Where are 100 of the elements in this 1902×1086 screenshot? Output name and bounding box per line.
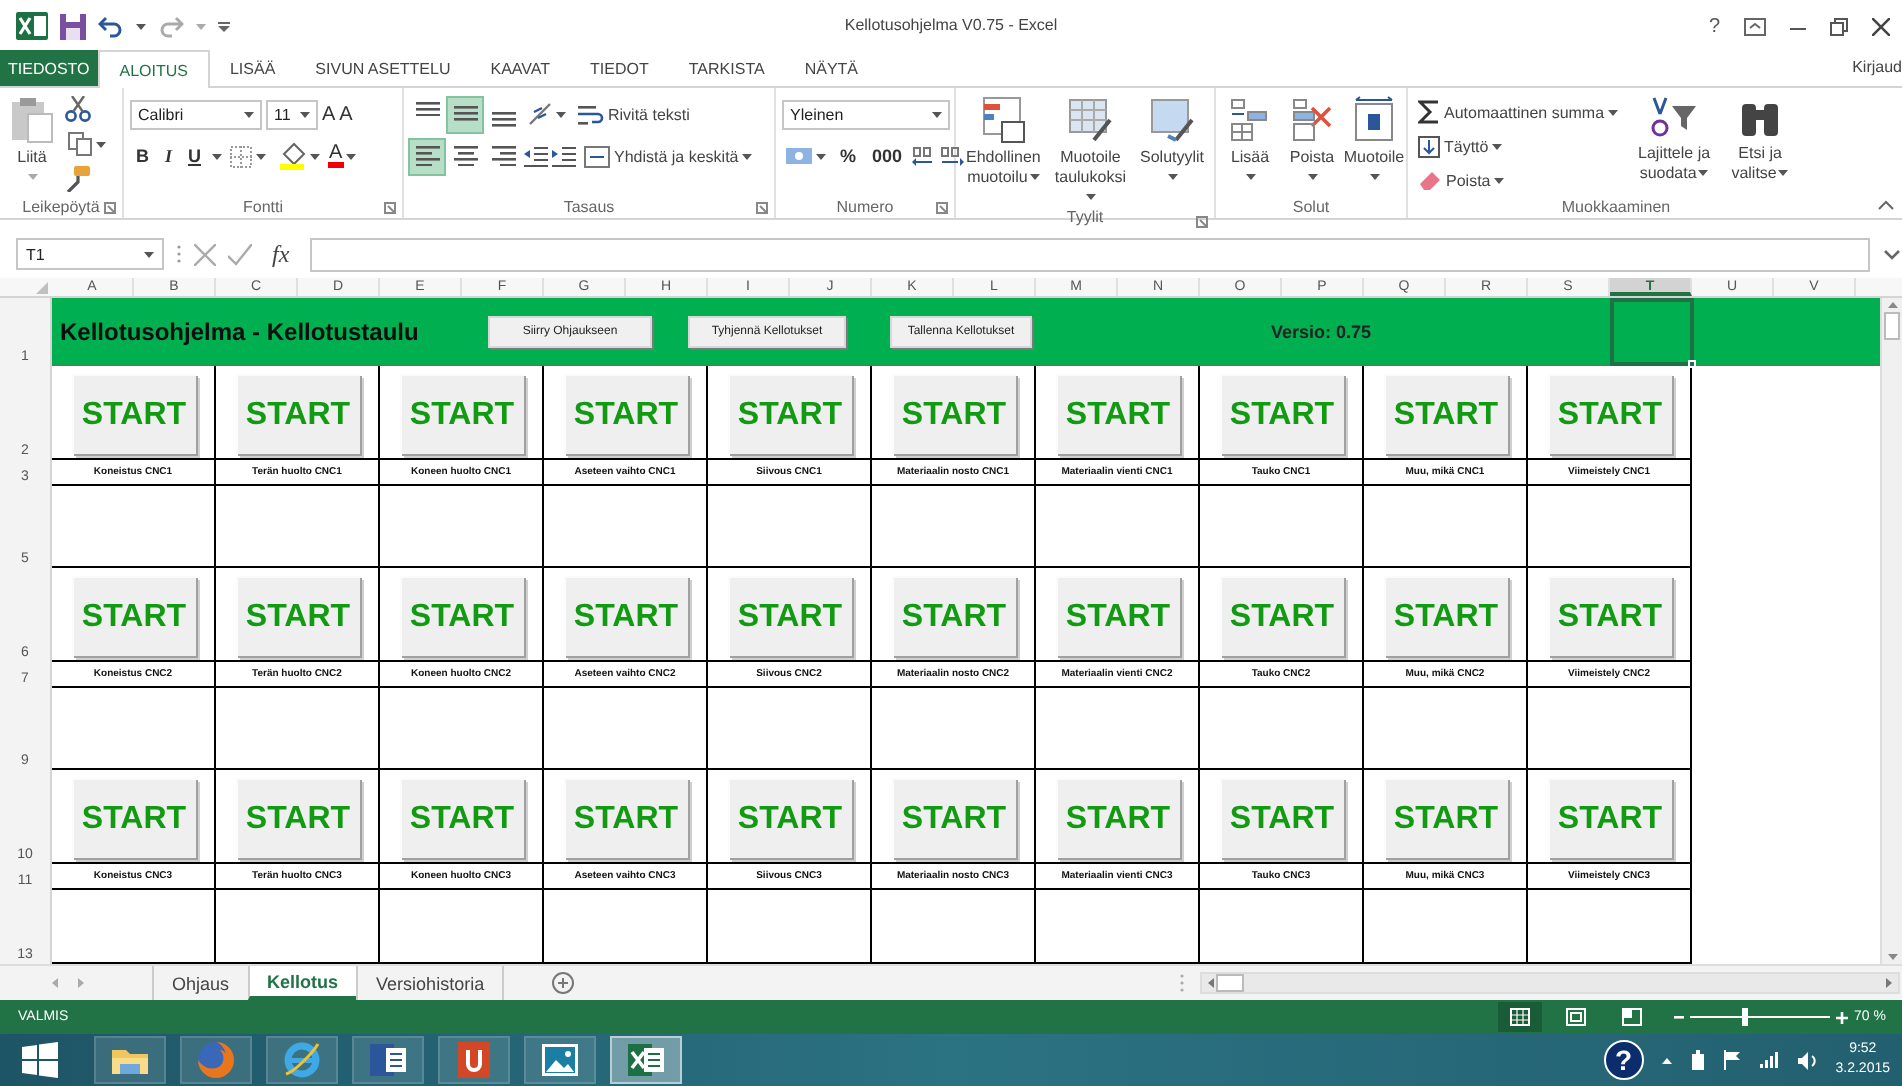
sum-icon (1418, 100, 1440, 124)
bold-button[interactable]: B (130, 140, 155, 172)
zoom-in-icon[interactable] (1836, 1011, 1848, 1023)
save-icon[interactable] (60, 13, 86, 39)
thousands-button[interactable]: 000 (866, 140, 909, 172)
increase-font-button[interactable]: A (322, 103, 336, 125)
ribbon-tab[interactable]: NÄYTÄ (784, 50, 878, 86)
taskbar-button[interactable] (524, 1036, 596, 1084)
taskbar-button[interactable] (438, 1036, 510, 1084)
signal-bars-icon[interactable] (1759, 1052, 1780, 1068)
help-button[interactable]: ? (1603, 1040, 1644, 1080)
ribbon-tab[interactable]: KAAVAT (470, 50, 571, 86)
scroll-thumb[interactable] (1216, 974, 1244, 992)
dialog-launcher-icon[interactable] (756, 202, 768, 214)
ribbon-tab[interactable]: SIVUN ASETTELU (295, 50, 471, 86)
undo-icon[interactable] (98, 15, 124, 37)
name-box[interactable]: T1 (16, 238, 164, 270)
decrease-decimal-icon[interactable] (940, 145, 965, 167)
account-link[interactable]: Kirjaud (1852, 52, 1902, 76)
taskbar-button[interactable] (352, 1036, 424, 1084)
collapse-ribbon-icon[interactable] (1878, 200, 1894, 210)
add-sheet-icon[interactable] (552, 972, 575, 994)
font-color-button[interactable]: A (327, 144, 357, 168)
view-button[interactable] (1498, 1002, 1542, 1032)
insert-function-button[interactable]: fx (264, 239, 298, 269)
underline-button[interactable]: U (182, 140, 208, 172)
taskbar-button[interactable] (610, 1036, 682, 1084)
dialog-launcher-icon[interactable] (936, 202, 948, 214)
caret-icon (300, 111, 310, 117)
flag-icon[interactable] (1723, 1050, 1742, 1070)
scroll-thumb[interactable] (1884, 312, 1900, 340)
ribbon-button[interactable]: Poista (1284, 96, 1340, 194)
taskbar-button[interactable] (266, 1036, 338, 1084)
sort-filter-button[interactable]: Lajittele ja suodata (1628, 96, 1721, 196)
close-icon[interactable] (1872, 17, 1890, 35)
sheet-tab[interactable]: Kellotus (247, 966, 357, 1000)
vertical-scrollbar[interactable] (1880, 298, 1902, 964)
ribbon-button[interactable]: Ehdollinen muotoilu (962, 96, 1045, 208)
table-format-icon (1066, 96, 1115, 144)
find-select-button[interactable]: Etsi ja valitse (1726, 96, 1795, 196)
wrap-text-button[interactable]: Rivitä teksti (574, 98, 694, 130)
merge-center-button[interactable]: Yhdistä ja keskitä (580, 140, 757, 172)
restore-icon[interactable] (1830, 17, 1848, 35)
caret-icon (1307, 174, 1318, 181)
dialog-launcher-icon[interactable] (1196, 216, 1208, 228)
speaker-icon[interactable] (1797, 1051, 1818, 1069)
caret-icon (144, 251, 154, 257)
font-name-field[interactable]: Calibri (130, 99, 262, 129)
caret-icon (309, 153, 320, 159)
help-button[interactable]: ? (1708, 15, 1720, 37)
number-format-field[interactable]: Yleinen (782, 99, 950, 129)
align-button[interactable] (410, 139, 444, 173)
file-tab[interactable]: TIEDOSTO (0, 50, 98, 86)
scissors-icon[interactable] (64, 96, 92, 122)
percent-button[interactable]: % (834, 140, 863, 172)
increase-indent-icon[interactable] (552, 145, 576, 167)
italic-button[interactable]: I (159, 140, 179, 172)
ribbon-button[interactable]: Solutyylit (1136, 96, 1208, 208)
paste-button[interactable]: Liitä (6, 96, 58, 194)
horizontal-scrollbar[interactable] (1200, 972, 1900, 994)
document-icon (368, 1040, 408, 1080)
autosum-button[interactable]: Automaattinen summa (1414, 96, 1623, 128)
chevron-up-icon[interactable] (1661, 1057, 1672, 1063)
decrease-font-button[interactable]: A (339, 103, 353, 125)
display-options-icon[interactable] (1744, 17, 1766, 35)
caret-icon (742, 153, 753, 159)
ribbon-tab[interactable]: LISÄÄ (209, 50, 296, 86)
expand-formula-icon[interactable] (1884, 249, 1900, 259)
orientation-button[interactable] (524, 98, 570, 130)
scroll-down-icon[interactable] (1887, 954, 1897, 960)
page-layout-icon (1566, 1008, 1586, 1026)
ribbon-button[interactable]: Lisää (1222, 96, 1278, 194)
caret-icon (1029, 174, 1040, 181)
align-top-icon (415, 101, 439, 116)
scroll-up-icon[interactable] (1887, 302, 1897, 308)
fill-button[interactable]: Täyttö (1414, 130, 1623, 162)
ribbon-button[interactable]: Muotoile taulukoksi (1050, 96, 1130, 208)
align-right-icon (491, 145, 515, 167)
sort-filter-icon (1648, 96, 1701, 140)
taskbar-button[interactable] (94, 1036, 166, 1084)
scroll-right-icon[interactable] (1886, 978, 1892, 988)
ribbon-tab[interactable]: TARKISTA (668, 50, 785, 86)
borders-button[interactable] (225, 140, 270, 172)
dialog-launcher-icon[interactable] (104, 202, 116, 214)
windows-logo-icon[interactable] (22, 1042, 58, 1078)
ribbon-tab[interactable]: ALOITUS (97, 50, 210, 88)
increase-decimal-icon[interactable] (912, 145, 937, 167)
customize-toolbar-icon[interactable] (218, 21, 230, 31)
caret-icon (1608, 109, 1619, 115)
font-size-field[interactable]: 11 (266, 99, 318, 129)
ribbon-button[interactable]: Muotoile (1346, 96, 1402, 194)
formula-field[interactable] (309, 237, 1870, 271)
clear-button[interactable]: Poista (1414, 164, 1623, 196)
decrease-indent-icon[interactable] (524, 145, 548, 167)
copy-button[interactable] (64, 128, 110, 160)
dialog-launcher-icon[interactable] (384, 202, 396, 214)
format-painter-icon[interactable] (64, 166, 90, 192)
align-button[interactable] (448, 97, 482, 131)
ribbon-tab[interactable]: TIEDOT (570, 50, 669, 86)
image-icon (540, 1040, 580, 1080)
